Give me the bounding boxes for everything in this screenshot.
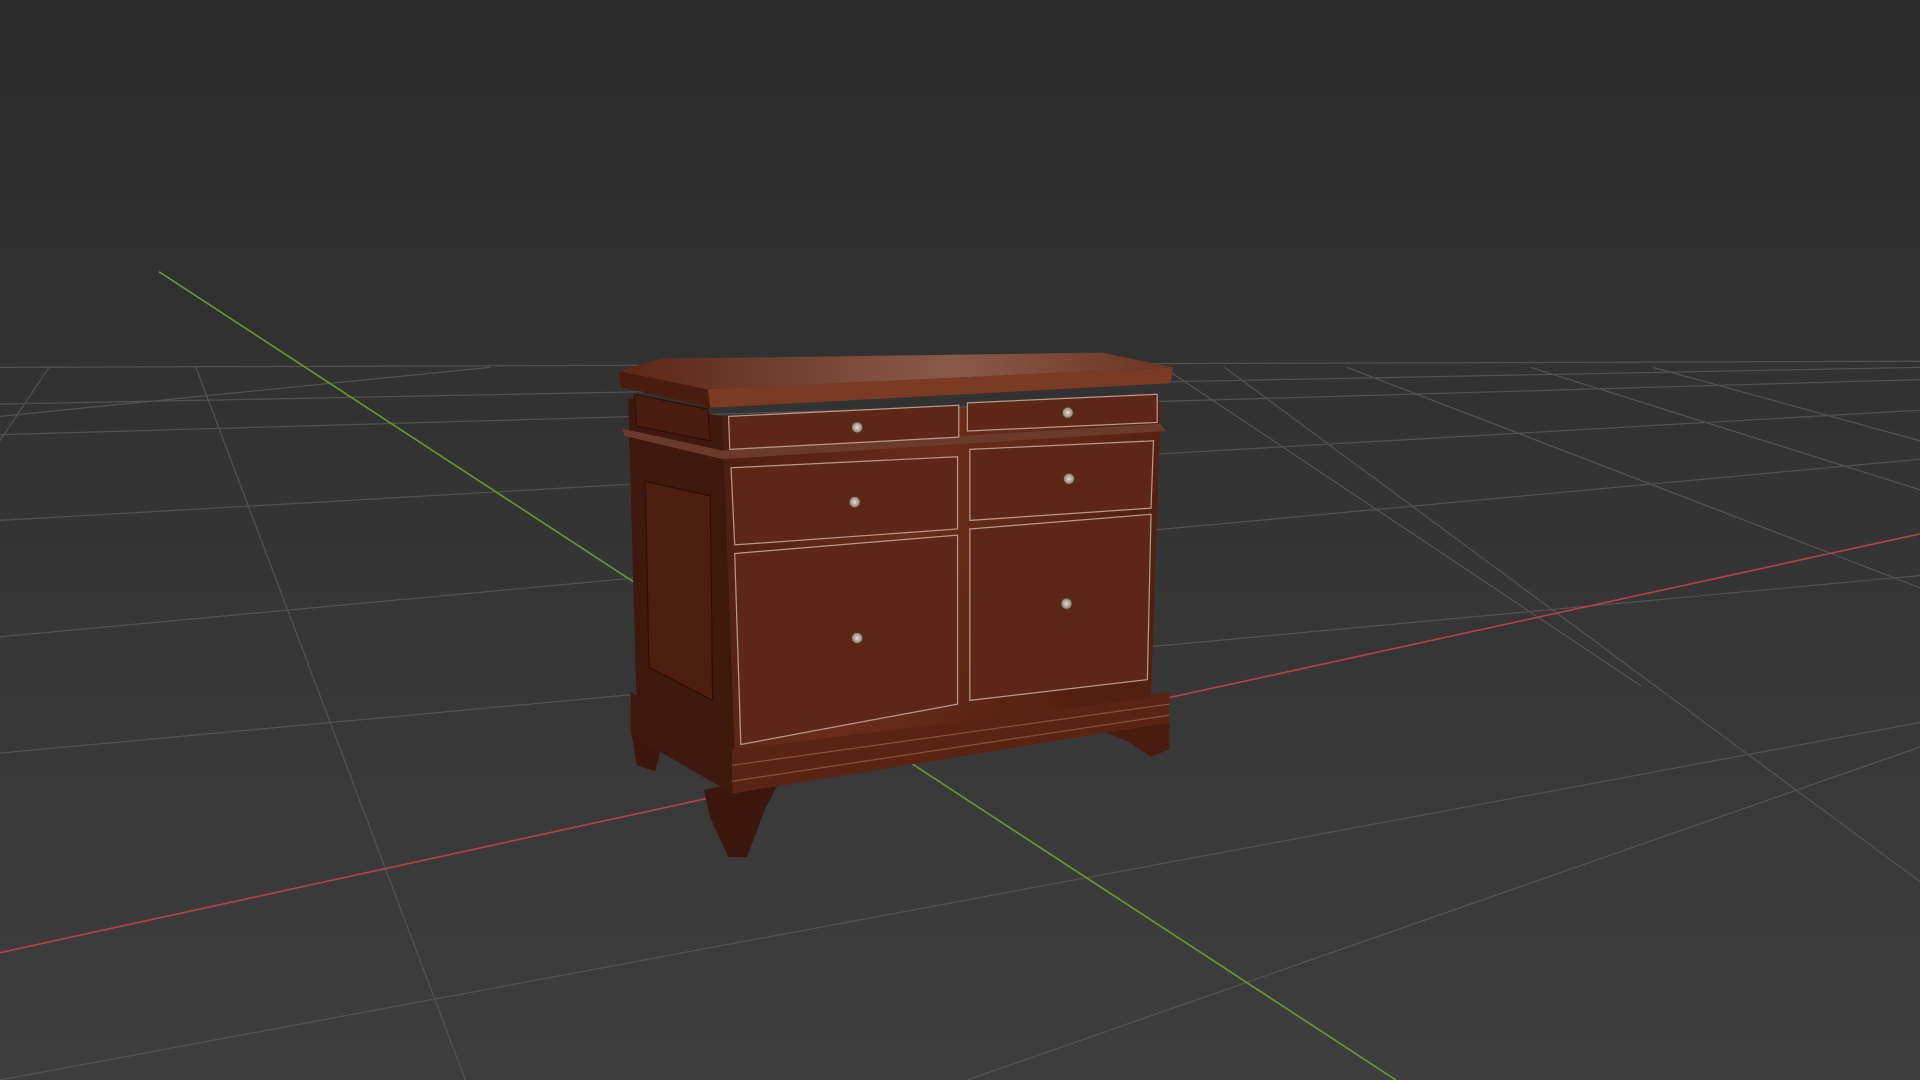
drawer-knob-icon[interactable] [851, 632, 864, 644]
drawer-bottom-right[interactable] [969, 513, 1152, 702]
drawer-middle-left[interactable] [730, 456, 959, 546]
3d-viewport[interactable] [0, 0, 1920, 1080]
drawer-knob-icon[interactable] [1063, 472, 1075, 485]
drawer-knob-icon[interactable] [1061, 406, 1074, 419]
drawer-knob-icon[interactable] [1060, 597, 1073, 610]
cabinet-side-panel [644, 480, 714, 702]
drawer-knob-icon[interactable] [851, 421, 864, 434]
drawer-middle-right[interactable] [969, 440, 1155, 522]
viewport-canvas[interactable] [0, 0, 1920, 1080]
drawer-knob-icon[interactable] [848, 496, 861, 508]
